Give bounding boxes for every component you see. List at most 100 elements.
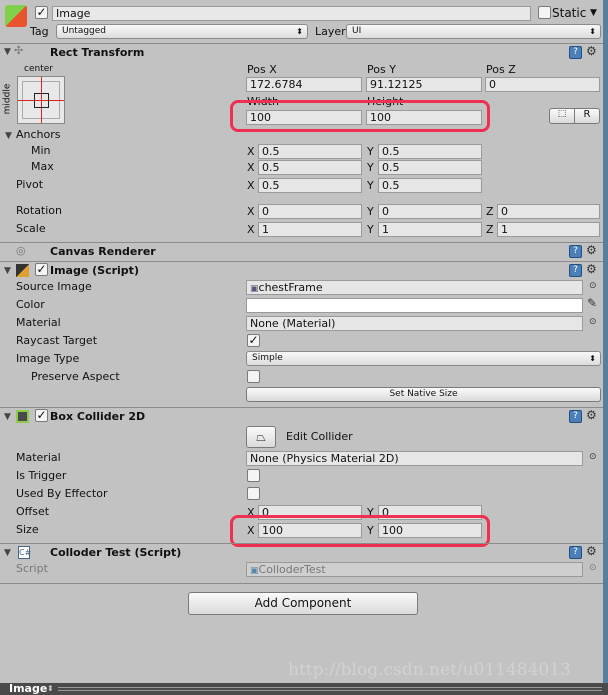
anchor-max-x-input[interactable]: 0.5 [258,160,362,175]
offset-label: Offset [16,505,50,518]
preserve-aspect-checkbox[interactable] [247,370,260,383]
tag-value: Untagged [62,26,107,36]
scale-z-input[interactable]: 1 [497,222,600,237]
pivot-label: Pivot [16,178,44,191]
static-label: Static [552,6,587,20]
used-by-effector-label: Used By Effector [16,487,108,500]
eyedropper-icon[interactable]: ✎ [587,296,597,310]
help-icon[interactable]: ? [569,264,582,277]
edit-collider-button[interactable]: ⏢ [246,426,276,448]
object-picker-icon[interactable]: ⊙ [589,452,597,462]
x-axis-label: X [247,223,255,236]
gear-icon[interactable]: ⚙ [586,44,597,58]
cs-script-icon: C# [18,546,32,559]
y-axis-label: Y [367,145,374,158]
pos-x-label: Pos X [247,63,277,76]
image-type-label: Image Type [16,352,80,365]
static-dropdown-icon[interactable]: ▼ [590,6,597,20]
x-axis-label: X [247,161,255,174]
add-component-button[interactable]: Add Component [188,592,418,615]
layer-dropdown[interactable]: UI ⬍ [346,24,601,39]
blueprint-mode-button[interactable]: ⬚ [549,108,575,124]
source-image-value: chestFrame [258,281,323,294]
anchor-max-y-input[interactable]: 0.5 [378,160,482,175]
pivot-y-input[interactable]: 0.5 [378,178,482,193]
y-axis-label: Y [367,179,374,192]
preview-title[interactable]: Image [9,683,47,695]
rotation-y-input[interactable]: 0 [378,204,482,219]
pos-x-input[interactable]: 172.6784 [246,77,362,92]
layer-value: UI [352,26,362,36]
color-field[interactable] [246,298,583,313]
scale-y-input[interactable]: 1 [378,222,482,237]
anchors-foldout-icon[interactable]: ▼ [5,131,12,141]
help-icon[interactable]: ? [569,46,582,59]
physics-material-label: Material [16,451,61,464]
pivot-x-input[interactable]: 0.5 [258,178,362,193]
image-enabled-checkbox[interactable]: ✓ [35,263,48,276]
color-label: Color [16,298,45,311]
pos-z-input[interactable]: 0 [485,77,600,92]
pos-y-input[interactable]: 91.12125 [366,77,482,92]
image-title: Image (Script) [50,264,139,277]
gear-icon[interactable]: ⚙ [586,544,597,558]
foldout-icon[interactable]: ▼ [4,548,11,558]
object-picker-icon: ⊙ [589,563,597,573]
max-label: Max [31,160,54,173]
help-icon[interactable]: ? [569,245,582,258]
image-component-icon [16,264,29,277]
help-icon[interactable]: ? [569,546,582,559]
rotation-x-input[interactable]: 0 [258,204,362,219]
material-field[interactable]: None (Material) [246,316,583,331]
y-axis-label: Y [367,223,374,236]
name-input[interactable]: Image [52,6,531,21]
box-collider-enabled-checkbox[interactable]: ✓ [35,409,48,422]
raw-edit-button[interactable]: R [574,108,600,124]
box-collider-title: Box Collider 2D [50,410,146,423]
image-type-dropdown[interactable]: Simple ⬍ [246,351,601,366]
anchor-min-y-input[interactable]: 0.5 [378,144,482,159]
anchor-v-label: middle [2,83,13,115]
object-picker-icon[interactable]: ⊙ [589,281,597,291]
help-icon[interactable]: ? [569,410,582,423]
script-value: ColloderTest [258,563,326,576]
used-by-effector-checkbox[interactable] [247,487,260,500]
preserve-aspect-label: Preserve Aspect [31,370,120,383]
script-title: Colloder Test (Script) [50,546,182,559]
tag-dropdown[interactable]: Untagged ⬍ [56,24,308,39]
z-axis-label: Z [486,205,494,218]
preview-dropdown-icon[interactable]: ⬍ [47,683,54,695]
source-image-label: Source Image [16,280,92,293]
foldout-icon[interactable]: ▼ [4,412,11,422]
size-label: Size [16,523,39,536]
image-type-value: Simple [252,353,283,363]
gear-icon[interactable]: ⚙ [586,243,597,257]
x-axis-label: X [247,179,255,192]
active-checkbox[interactable]: ✓ [35,6,48,19]
source-image-field[interactable]: ▣chestFrame [246,280,583,295]
raycast-label: Raycast Target [16,334,98,347]
anchor-min-x-input[interactable]: 0.5 [258,144,362,159]
gear-icon[interactable]: ⚙ [586,408,597,422]
static-checkbox[interactable] [538,6,551,19]
foldout-icon[interactable]: ▼ [4,266,11,276]
y-axis-label: Y [367,205,374,218]
scale-x-input[interactable]: 1 [258,222,362,237]
script-label: Script [16,562,48,575]
resize-handle[interactable] [58,687,602,691]
rotation-z-input[interactable]: 0 [497,204,600,219]
window-edge [603,0,608,683]
is-trigger-checkbox[interactable] [247,469,260,482]
foldout-icon[interactable]: ▼ [4,47,11,57]
set-native-size-button[interactable]: Set Native Size [246,387,601,402]
script-field: ▣ColloderTest [246,562,583,577]
anchor-preset-button[interactable] [17,76,65,124]
is-trigger-label: Is Trigger [16,469,67,482]
gear-icon[interactable]: ⚙ [586,262,597,276]
x-axis-label: X [247,205,255,218]
object-picker-icon[interactable]: ⊙ [589,317,597,327]
material-label: Material [16,316,61,329]
z-axis-label: Z [486,223,494,236]
raycast-checkbox[interactable]: ✓ [247,334,260,347]
physics-material-field[interactable]: None (Physics Material 2D) [246,451,583,466]
